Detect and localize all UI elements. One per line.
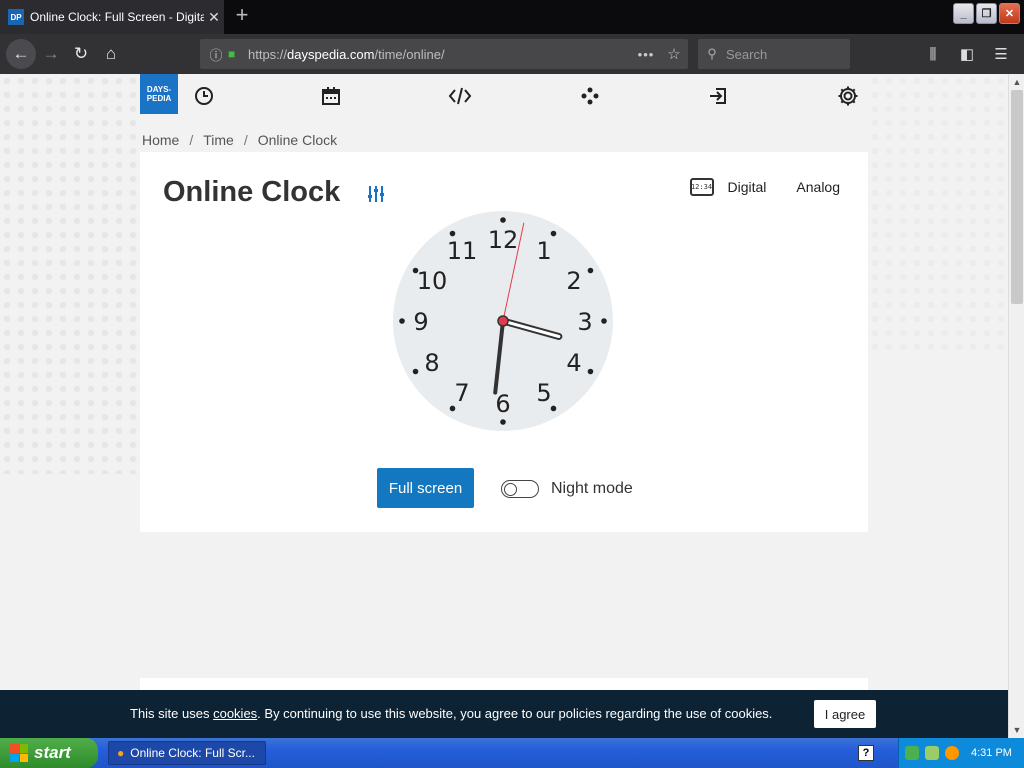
breadcrumb-separator: / bbox=[243, 132, 248, 148]
forward-arrow-icon[interactable]: → bbox=[36, 39, 66, 69]
clock-numeral: 10 bbox=[417, 267, 448, 295]
settings-icon[interactable] bbox=[836, 84, 860, 108]
new-tab-icon[interactable]: + bbox=[230, 4, 254, 28]
clock-numeral: 11 bbox=[447, 237, 478, 265]
tune-settings-icon[interactable] bbox=[366, 184, 386, 204]
clock-numeral: 12 bbox=[488, 226, 519, 254]
sidebar-icon[interactable]: ◧ bbox=[952, 39, 982, 69]
code-icon[interactable] bbox=[448, 84, 472, 108]
page-content: DAYS- PEDIA Home / Time / Online Clock O… bbox=[0, 74, 1008, 738]
url-text[interactable]: https://dayspedia.com/time/online/ bbox=[248, 47, 632, 62]
scroll-up-icon[interactable]: ▲ bbox=[1009, 74, 1024, 90]
system-clock: 4:31 PM bbox=[971, 747, 1012, 759]
minimize-button[interactable]: _ bbox=[953, 3, 974, 24]
browser-tab[interactable]: DP Online Clock: Full Screen - Digital/A… bbox=[0, 0, 224, 34]
hour-marker bbox=[550, 230, 557, 237]
site-info-icon[interactable]: ⓘ bbox=[204, 45, 228, 64]
hour-marker bbox=[500, 217, 506, 223]
clock-numeral: 5 bbox=[536, 379, 551, 407]
night-mode-label: Night mode bbox=[551, 480, 633, 497]
hour-marker bbox=[500, 419, 506, 425]
library-icon[interactable]: ⫼ bbox=[918, 39, 948, 69]
scroll-down-icon[interactable]: ▼ bbox=[1009, 722, 1024, 738]
breadcrumb: Home / Time / Online Clock bbox=[142, 132, 337, 148]
url-bar[interactable]: ⓘ ■ https://dayspedia.com/time/online/ •… bbox=[200, 39, 688, 69]
help-icon[interactable]: ? bbox=[858, 745, 874, 761]
network-icon[interactable] bbox=[905, 746, 919, 760]
windows-taskbar: start ● Online Clock: Full Scr... ? 4:31… bbox=[0, 738, 1024, 768]
window-close-button[interactable]: ✕ bbox=[999, 3, 1020, 24]
games-icon[interactable] bbox=[578, 84, 602, 108]
reload-icon[interactable]: ↻ bbox=[66, 39, 96, 69]
clock-numeral: 3 bbox=[577, 308, 592, 336]
toggle-knob bbox=[504, 482, 517, 496]
firefox-icon: ● bbox=[117, 746, 125, 760]
clock-numeral: 8 bbox=[424, 349, 439, 377]
analog-mode-link[interactable]: Analog bbox=[796, 179, 840, 195]
window-controls: _ ❐ ✕ bbox=[953, 3, 1020, 24]
breadcrumb-time[interactable]: Time bbox=[203, 132, 234, 148]
volume-icon[interactable] bbox=[925, 746, 939, 760]
full-screen-button[interactable]: Full screen bbox=[377, 468, 474, 508]
clock-numeral: 9 bbox=[413, 308, 428, 336]
night-mode-toggle[interactable] bbox=[501, 480, 539, 498]
scrollbar-thumb[interactable] bbox=[1011, 90, 1023, 304]
cookies-link[interactable]: cookies bbox=[213, 706, 257, 721]
cookie-message: This site uses cookies. By continuing to… bbox=[130, 706, 773, 721]
search-input[interactable]: ⚲ Search bbox=[698, 39, 850, 69]
hour-marker bbox=[412, 368, 419, 375]
home-icon[interactable]: ⌂ bbox=[96, 39, 126, 69]
clock-numeral: 4 bbox=[566, 349, 581, 377]
clock-numeral: 1 bbox=[536, 237, 551, 265]
digital-clock-icon[interactable]: 12:34 bbox=[689, 178, 714, 196]
breadcrumb-home[interactable]: Home bbox=[142, 132, 179, 148]
vertical-scrollbar[interactable]: ▲ ▼ bbox=[1008, 74, 1024, 738]
tab-close-icon[interactable]: ✕ bbox=[204, 9, 224, 26]
taskbar-item-firefox[interactable]: ● Online Clock: Full Scr... bbox=[108, 741, 266, 765]
hour-marker bbox=[399, 318, 405, 324]
start-button[interactable]: start bbox=[0, 738, 98, 768]
search-icon: ⚲ bbox=[707, 46, 717, 61]
hour-marker bbox=[587, 368, 594, 375]
back-arrow-icon[interactable]: ← bbox=[6, 39, 36, 69]
clock-icon[interactable] bbox=[192, 84, 216, 108]
breadcrumb-separator: / bbox=[189, 132, 194, 148]
decorative-dots bbox=[868, 74, 1008, 354]
digital-mode-link[interactable]: Digital bbox=[728, 179, 767, 195]
login-icon[interactable] bbox=[706, 84, 730, 108]
hour-marker bbox=[587, 267, 594, 274]
hour-marker bbox=[449, 230, 456, 237]
tab-title: Online Clock: Full Screen - Digital/A bbox=[30, 10, 204, 24]
cookie-consent-bar: This site uses cookies. By continuing to… bbox=[0, 690, 1008, 738]
page-actions-icon[interactable]: ••• bbox=[632, 47, 660, 62]
page-title: Online Clock bbox=[163, 176, 341, 208]
restore-button[interactable]: ❐ bbox=[976, 3, 997, 24]
clock-center-pin bbox=[497, 315, 509, 327]
lock-icon: ■ bbox=[228, 47, 236, 61]
windows-logo-icon bbox=[10, 744, 28, 762]
clock-mode-switch: 12:34 Digital Analog bbox=[689, 178, 840, 196]
clock-numeral: 2 bbox=[566, 267, 581, 295]
dayspedia-favicon-icon: DP bbox=[8, 9, 24, 25]
agree-button[interactable]: I agree bbox=[814, 700, 876, 728]
system-tray: 4:31 PM bbox=[898, 738, 1024, 768]
decorative-dots bbox=[0, 74, 140, 474]
online-clock-card: Online Clock 12:34 Digital Analog 12 1 2 3 4… bbox=[140, 152, 868, 532]
dayspedia-logo[interactable]: DAYS- PEDIA bbox=[140, 74, 178, 114]
clock-numeral: 6 bbox=[495, 390, 510, 418]
menu-icon[interactable]: ☰ bbox=[986, 39, 1016, 69]
breadcrumb-online-clock: Online Clock bbox=[257, 132, 338, 148]
analog-clock: 12 12 3 45678 9 1011 bbox=[393, 211, 613, 431]
bookmark-star-icon[interactable]: ☆ bbox=[660, 45, 688, 63]
clock-numeral: 7 bbox=[454, 379, 469, 407]
site-header: DAYS- PEDIA bbox=[140, 74, 868, 116]
hour-marker bbox=[601, 318, 607, 324]
calendar-icon[interactable] bbox=[319, 84, 343, 108]
navigation-toolbar: ← → ↻ ⌂ ⓘ ■ https://dayspedia.com/time/o… bbox=[0, 34, 1024, 74]
search-placeholder: Search bbox=[726, 46, 768, 62]
browser-title-bar: DP Online Clock: Full Screen - Digital/A… bbox=[0, 0, 1024, 34]
search-tray-icon[interactable] bbox=[945, 746, 959, 760]
